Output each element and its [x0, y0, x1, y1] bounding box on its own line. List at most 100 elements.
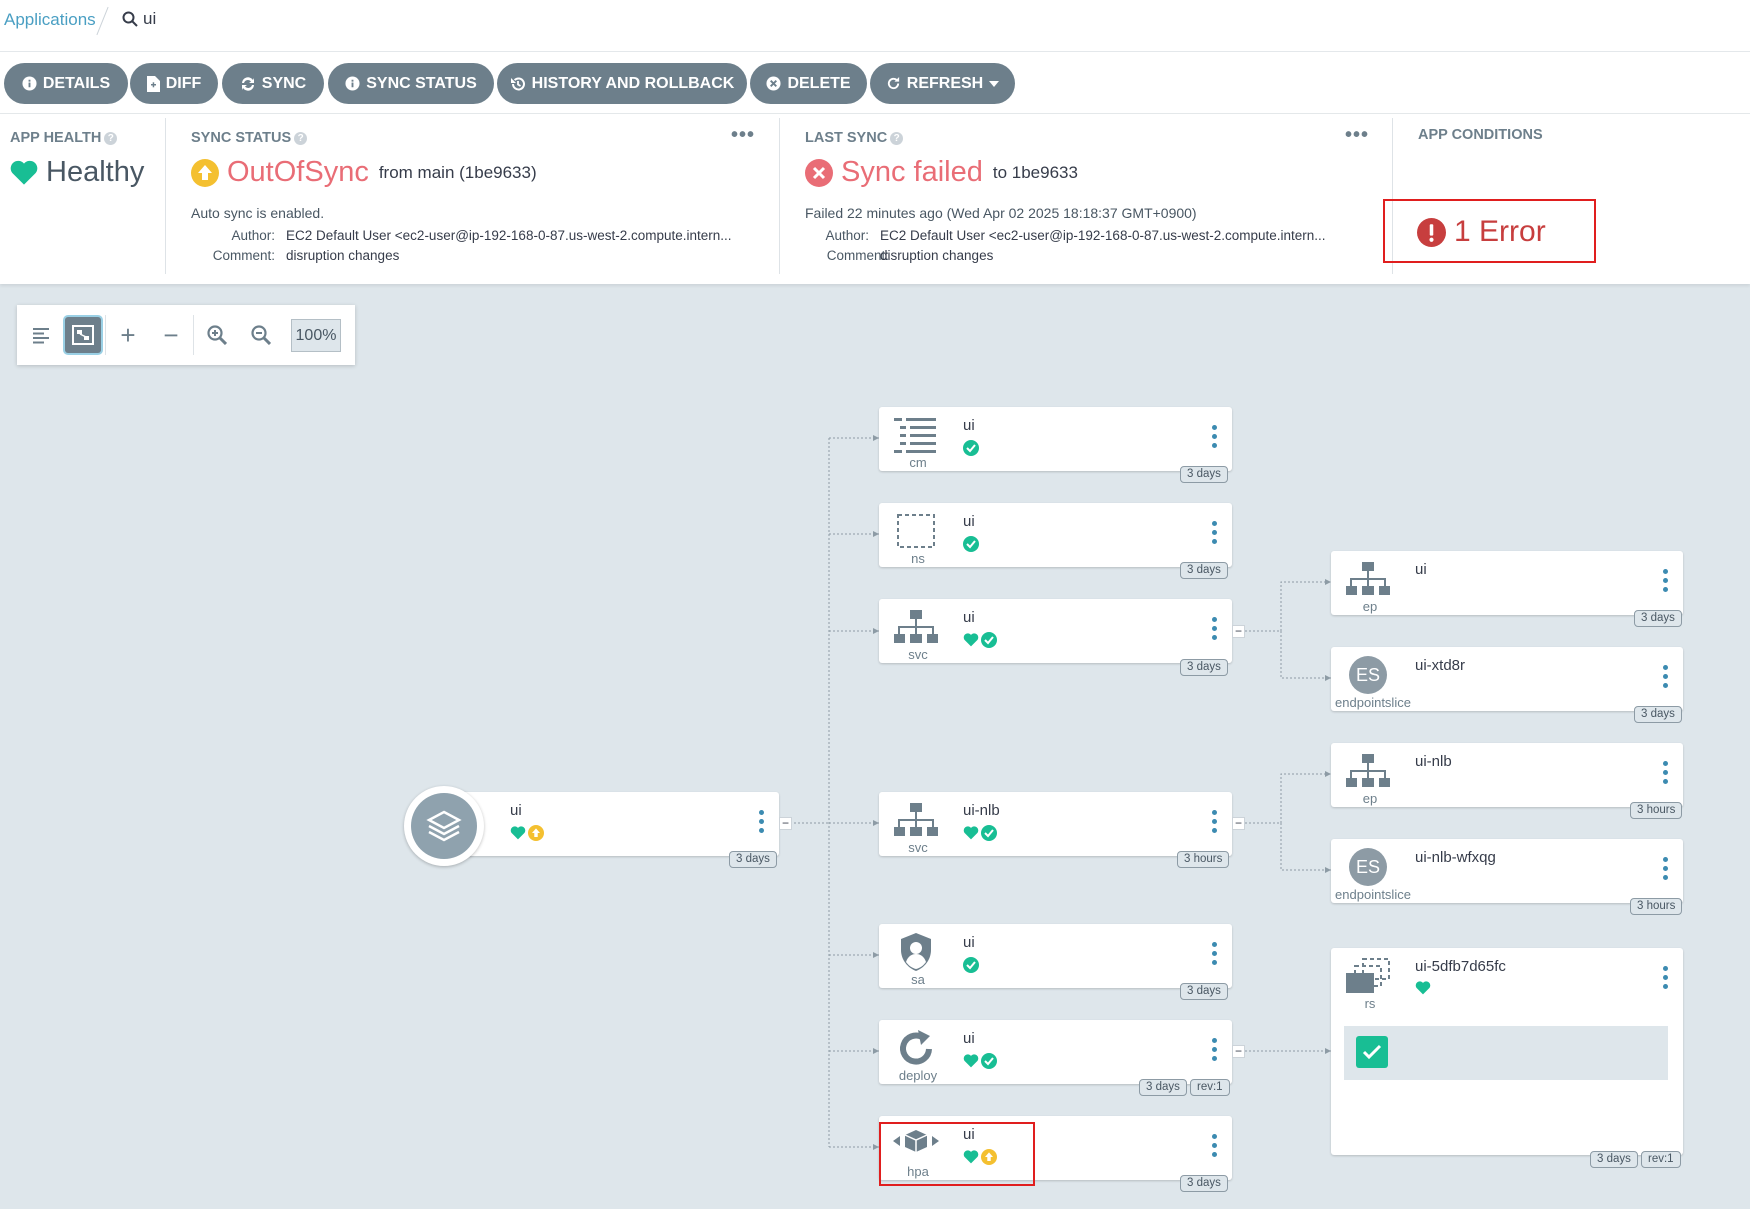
resource-node-deploy[interactable]: deploy ui: [879, 1020, 1232, 1084]
node-kind: rs: [1364, 996, 1376, 1011]
synced-check-icon: [963, 536, 979, 552]
node-menu-icon[interactable]: [1212, 521, 1218, 544]
synced-check-icon: [981, 1053, 997, 1069]
synced-check-icon: [963, 957, 979, 973]
collapse-toggle[interactable]: −: [1232, 1045, 1245, 1058]
node-kind: ns: [911, 551, 925, 566]
age-badge: 3 hours: [1177, 851, 1230, 868]
resource-node-sa[interactable]: sa ui: [879, 924, 1232, 988]
pod-status-icon[interactable]: [1356, 1036, 1388, 1068]
arrow-up-circle-icon: [528, 825, 544, 841]
node-menu-icon[interactable]: [1663, 569, 1669, 592]
heart-icon: [963, 826, 979, 840]
service-account-icon: [893, 932, 939, 972]
app-icon: [404, 786, 484, 866]
resource-node-ns[interactable]: ns ui: [879, 503, 1232, 567]
age-badge: 3 hours: [1630, 898, 1683, 915]
node-name: ui: [963, 513, 975, 530]
node-name: ui-xtd8r: [1415, 657, 1466, 674]
node-name: ui: [1415, 561, 1427, 578]
resource-node-endpointslice-ui-xtd8r[interactable]: ES endpointslice ui-xtd8r: [1331, 647, 1683, 711]
node-name: ui-nlb: [1415, 753, 1452, 770]
node-kind: sa: [911, 972, 925, 987]
node-menu-icon[interactable]: [759, 810, 765, 833]
resource-node-ep-ui[interactable]: ep ui: [1331, 551, 1683, 615]
node-status: [963, 825, 997, 841]
resource-node-svc-ui[interactable]: svc ui: [879, 599, 1232, 663]
synced-check-icon: [981, 632, 997, 648]
node-menu-icon[interactable]: [1663, 665, 1669, 688]
endpointslice-icon-label: ES: [1349, 656, 1387, 694]
node-kind: endpointslice: [1335, 887, 1411, 902]
node-name: ui: [510, 802, 522, 819]
age-badge: 3 days: [1634, 610, 1682, 627]
node-kind: ep: [1362, 599, 1378, 614]
node-menu-icon[interactable]: [1212, 810, 1218, 833]
node-name: ui: [963, 609, 975, 626]
node-name: ui-nlb-wfxqg: [1415, 849, 1496, 866]
node-kind: cm: [909, 455, 927, 470]
resource-node-svc-ui-nlb[interactable]: svc ui-nlb: [879, 792, 1232, 856]
service-icon: [893, 607, 939, 647]
node-name: ui: [963, 417, 975, 434]
resource-node-endpointslice-ui-nlb-wfxqg[interactable]: ES endpointslice ui-nlb-wfxqg: [1331, 839, 1683, 903]
hpa-highlight-box: [879, 1122, 1035, 1186]
namespace-icon: [893, 511, 939, 551]
configmap-icon: [893, 415, 939, 455]
service-icon: [893, 800, 939, 840]
node-menu-icon[interactable]: [1212, 617, 1218, 640]
pod-group: [1344, 1026, 1668, 1080]
node-status: [963, 957, 979, 973]
revision-badge: rev:1: [1190, 1079, 1230, 1096]
heart-icon: [963, 633, 979, 647]
collapse-toggle[interactable]: −: [1232, 817, 1245, 830]
age-badge: 3 days: [1180, 466, 1228, 483]
node-menu-icon[interactable]: [1663, 761, 1669, 784]
resource-node-cm[interactable]: cm ui: [879, 407, 1232, 471]
endpointslice-icon: ES: [1345, 847, 1391, 887]
layers-icon: [426, 810, 462, 842]
node-menu-icon[interactable]: [1212, 942, 1218, 965]
collapse-toggle[interactable]: −: [1232, 625, 1245, 638]
resource-node-ep-ui-nlb[interactable]: ep ui-nlb: [1331, 743, 1683, 807]
heart-icon: [1415, 981, 1431, 995]
node-menu-icon[interactable]: [1212, 1038, 1218, 1061]
node-name: ui-nlb: [963, 802, 1000, 819]
revision-badge: rev:1: [1641, 1151, 1681, 1168]
age-badge: 3 days: [1180, 983, 1228, 1000]
node-status: [963, 632, 997, 648]
node-name: ui: [963, 934, 975, 951]
check-icon: [1362, 1044, 1382, 1060]
endpointslice-icon-label: ES: [1349, 848, 1387, 886]
node-status: [963, 440, 979, 456]
node-menu-icon[interactable]: [1212, 425, 1218, 448]
age-badge: 3 days: [729, 851, 777, 868]
node-menu-icon[interactable]: [1212, 1134, 1218, 1157]
endpointslice-icon: ES: [1345, 655, 1391, 695]
heart-icon: [510, 826, 526, 840]
node-status: [963, 536, 979, 552]
node-name: ui-5dfb7d65fc: [1415, 958, 1506, 975]
age-badge: 3 days: [1634, 706, 1682, 723]
node-menu-icon[interactable]: [1663, 857, 1669, 880]
node-kind: svc: [908, 840, 928, 855]
node-kind: endpointslice: [1335, 695, 1411, 710]
resource-node-rs[interactable]: rs ui-5dfb7d65fc: [1331, 948, 1683, 1155]
age-badge: 3 days: [1139, 1079, 1187, 1096]
node-status: [963, 1053, 997, 1069]
heart-icon: [963, 1054, 979, 1068]
collapse-toggle[interactable]: −: [779, 817, 792, 830]
age-badge: 3 days: [1590, 1151, 1638, 1168]
node-menu-icon[interactable]: [1663, 966, 1669, 989]
synced-check-icon: [963, 440, 979, 456]
age-badge: 3 days: [1180, 659, 1228, 676]
root-app-node[interactable]: ui: [454, 792, 779, 856]
replicaset-icon: [1345, 956, 1391, 996]
deployment-icon: [893, 1028, 939, 1068]
node-status: [1415, 981, 1431, 995]
age-badge: 3 days: [1180, 562, 1228, 579]
endpoints-icon: [1345, 751, 1391, 791]
node-kind: ep: [1362, 791, 1378, 806]
synced-check-icon: [981, 825, 997, 841]
age-badge: 3 hours: [1630, 802, 1683, 819]
